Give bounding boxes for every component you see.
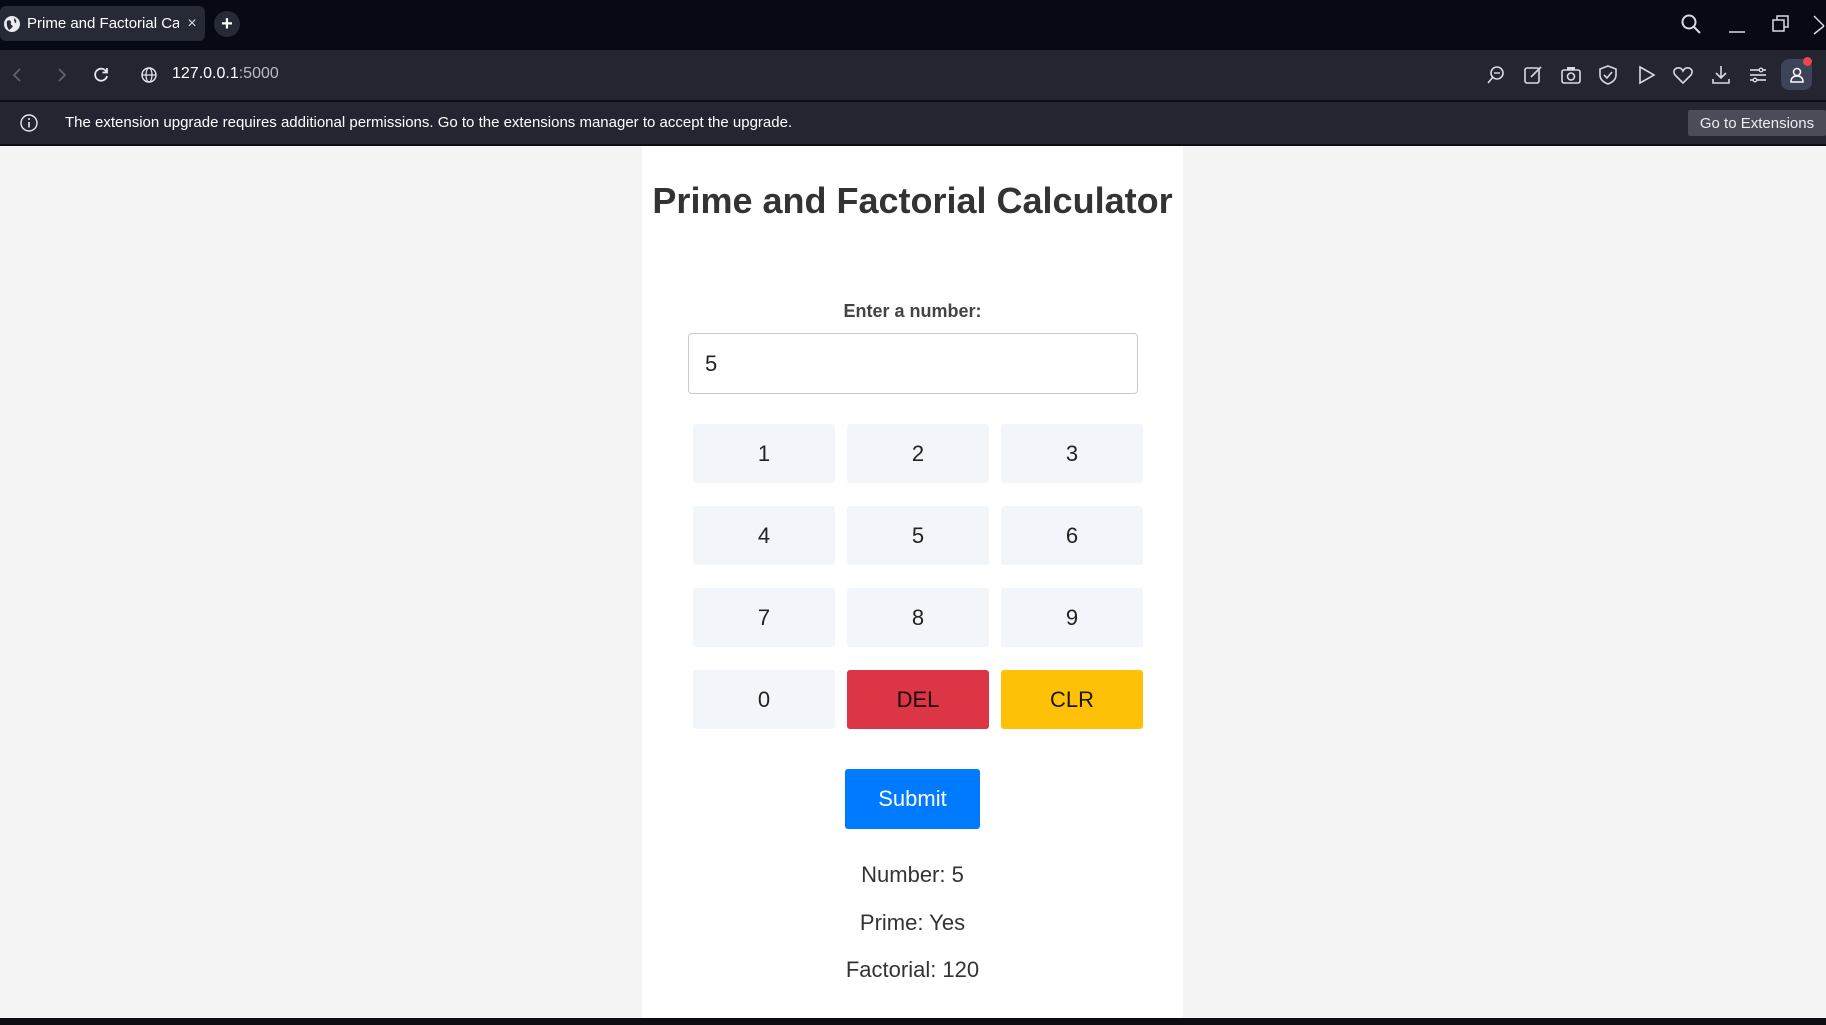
heart-icon[interactable]	[1672, 64, 1694, 86]
go-to-extensions-button[interactable]: Go to Extensions	[1688, 110, 1826, 136]
result-factorial: Factorial: 120	[845, 957, 980, 982]
menu-icon[interactable]	[1747, 64, 1769, 86]
key-0[interactable]: 0	[693, 670, 835, 729]
number-input-label: Enter a number:	[843, 301, 982, 321]
key-2[interactable]: 2	[847, 424, 989, 483]
url-host: 127.0.0.1	[172, 65, 239, 82]
key-5[interactable]: 5	[847, 506, 989, 565]
key-9[interactable]: 9	[1001, 588, 1143, 647]
key-7[interactable]: 7	[693, 588, 835, 647]
browser-toolbar: 127.0.0.1:5000	[0, 50, 1826, 100]
result-number: Number: 5	[861, 862, 964, 887]
result-prime: Prime: Yes	[859, 910, 966, 935]
close-window-icon[interactable]	[1812, 13, 1826, 35]
info-icon	[20, 114, 38, 132]
play-icon[interactable]	[1635, 64, 1657, 86]
page-viewport: Prime and Factorial Calculator Enter a n…	[0, 146, 1826, 1018]
url-port: :5000	[238, 65, 279, 82]
key-8[interactable]: 8	[847, 588, 989, 647]
forward-button[interactable]	[49, 62, 75, 88]
infobar-message: The extension upgrade requires additiona…	[65, 114, 793, 131]
close-icon[interactable]: ×	[179, 15, 205, 33]
notification-dot	[1803, 57, 1812, 66]
page-title: Prime and Factorial Calculator	[652, 180, 1173, 221]
key-4[interactable]: 4	[693, 506, 835, 565]
back-button[interactable]	[4, 62, 30, 88]
key-6[interactable]: 6	[1001, 506, 1143, 565]
restore-icon[interactable]	[1770, 13, 1792, 35]
back-icon	[12, 68, 21, 82]
extension-infobar: The extension upgrade requires additiona…	[0, 102, 1826, 144]
camera-icon[interactable]	[1560, 64, 1582, 86]
new-tab-button[interactable]: +	[214, 11, 240, 37]
forward-icon	[58, 68, 67, 82]
key-1[interactable]: 1	[693, 424, 835, 483]
submit-button[interactable]: Submit	[845, 769, 980, 829]
shield-icon[interactable]	[1597, 64, 1619, 86]
delete-button[interactable]: DEL	[847, 670, 989, 729]
browser-tab[interactable]: Prime and Factorial Ca ×	[0, 6, 205, 41]
site-info-icon[interactable]	[140, 66, 158, 84]
address-bar[interactable]: 127.0.0.1:5000	[172, 65, 279, 83]
globe-icon	[4, 15, 20, 32]
clear-button[interactable]: CLR	[1001, 670, 1143, 729]
minimize-icon[interactable]	[1726, 14, 1748, 36]
key-3[interactable]: 3	[1001, 424, 1143, 483]
plus-icon: +	[221, 12, 233, 35]
zoom-icon[interactable]	[1485, 64, 1507, 86]
tab-bar: Prime and Factorial Ca × +	[0, 0, 1826, 50]
edit-icon[interactable]	[1522, 64, 1544, 86]
search-icon[interactable]	[1680, 13, 1702, 35]
number-input[interactable]: 5	[688, 333, 1138, 394]
profile-icon	[1789, 67, 1804, 83]
calculator-card: Prime and Factorial Calculator Enter a n…	[642, 146, 1183, 1018]
tab-title: Prime and Factorial Ca	[27, 15, 179, 32]
reload-button[interactable]	[88, 62, 114, 88]
reload-icon	[94, 67, 108, 82]
download-icon[interactable]	[1710, 64, 1732, 86]
window-bottom-edge	[0, 1018, 1826, 1025]
